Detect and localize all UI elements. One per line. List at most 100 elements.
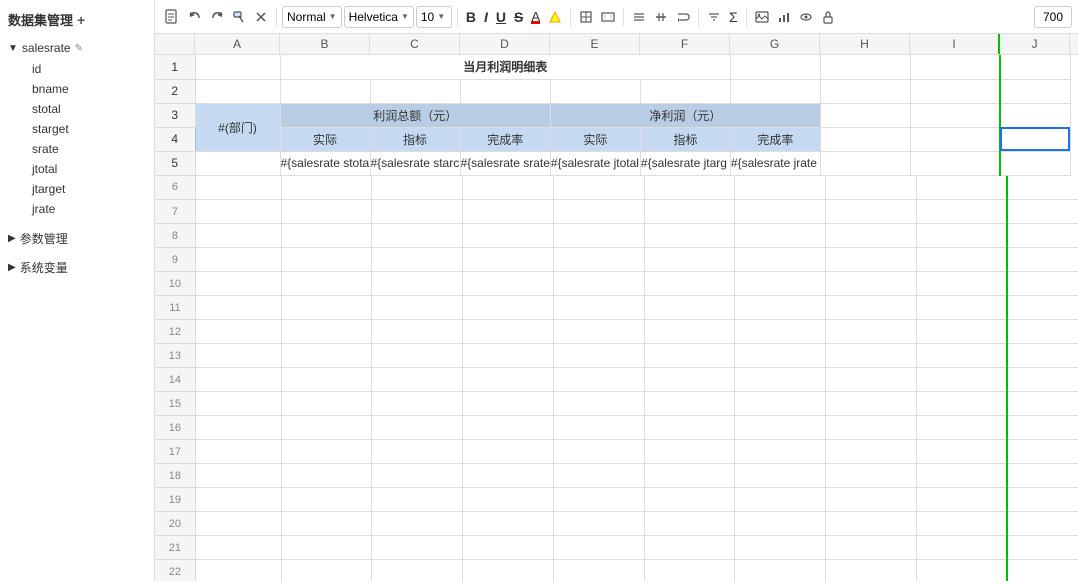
cell-i7[interactable] xyxy=(917,200,1008,224)
format-painter-button[interactable] xyxy=(229,8,249,26)
cell-c6[interactable] xyxy=(372,176,463,200)
cell-d18[interactable] xyxy=(463,464,554,488)
border-button[interactable] xyxy=(576,8,596,26)
redo-button[interactable] xyxy=(207,8,227,26)
cell-d9[interactable] xyxy=(463,248,554,272)
cell-e22[interactable] xyxy=(553,560,644,581)
cell-e7[interactable] xyxy=(553,200,644,224)
cell-f22[interactable] xyxy=(644,560,735,581)
cell-c2[interactable] xyxy=(370,79,460,103)
cell-f15[interactable] xyxy=(644,392,735,416)
sidebar-field-jtarget[interactable]: jtarget xyxy=(24,179,154,199)
cell-i14[interactable] xyxy=(917,368,1008,392)
cell-a7[interactable] xyxy=(195,200,281,224)
cell-i8[interactable] xyxy=(917,224,1008,248)
target-header-1[interactable]: 指标 xyxy=(370,127,460,151)
cell-i21[interactable] xyxy=(917,536,1008,560)
cell-g14[interactable] xyxy=(735,368,826,392)
cell-i5[interactable] xyxy=(910,151,1000,175)
cell-e14[interactable] xyxy=(553,368,644,392)
cell-i20[interactable] xyxy=(917,512,1008,536)
cell-f19[interactable] xyxy=(644,488,735,512)
cell-b21[interactable] xyxy=(281,536,372,560)
sidebar-field-jtotal[interactable]: jtotal xyxy=(24,159,154,179)
font-dropdown[interactable]: Helvetica ▼ xyxy=(344,6,414,28)
cell-j1[interactable] xyxy=(1000,55,1070,79)
completion-header-2[interactable]: 完成率 xyxy=(730,127,820,151)
undo-button[interactable] xyxy=(185,8,205,26)
cell-h9[interactable] xyxy=(826,248,917,272)
align-horizontal-button[interactable] xyxy=(629,8,649,26)
cell-d14[interactable] xyxy=(463,368,554,392)
col-header-c[interactable]: C xyxy=(370,34,460,54)
col-header-g[interactable]: G xyxy=(730,34,820,54)
chart-button[interactable] xyxy=(774,8,794,26)
cell-i11[interactable] xyxy=(917,296,1008,320)
cell-c9[interactable] xyxy=(372,248,463,272)
cell-a13[interactable] xyxy=(195,344,281,368)
cell-d15[interactable] xyxy=(463,392,554,416)
cell-a22[interactable] xyxy=(195,560,281,581)
sigma-button[interactable]: Σ xyxy=(726,7,741,27)
cell-a20[interactable] xyxy=(195,512,281,536)
cell-h22[interactable] xyxy=(826,560,917,581)
cell-i1[interactable] xyxy=(910,55,1000,79)
cell-h16[interactable] xyxy=(826,416,917,440)
zoom-input[interactable] xyxy=(1034,6,1072,28)
cell-c14[interactable] xyxy=(372,368,463,392)
cell-f14[interactable] xyxy=(644,368,735,392)
add-dataset-button[interactable]: + xyxy=(77,12,85,28)
cell-g18[interactable] xyxy=(735,464,826,488)
cell-i12[interactable] xyxy=(917,320,1008,344)
cell-g5[interactable]: #{salesrate jrate xyxy=(730,151,820,175)
cell-d11[interactable] xyxy=(463,296,554,320)
cell-c13[interactable] xyxy=(372,344,463,368)
highlight-button[interactable] xyxy=(545,8,565,26)
cell-j16[interactable] xyxy=(1007,416,1078,440)
cell-g20[interactable] xyxy=(735,512,826,536)
cell-g7[interactable] xyxy=(735,200,826,224)
cell-i15[interactable] xyxy=(917,392,1008,416)
cell-h2[interactable] xyxy=(820,79,910,103)
cell-d20[interactable] xyxy=(463,512,554,536)
cell-e16[interactable] xyxy=(553,416,644,440)
cell-c10[interactable] xyxy=(372,272,463,296)
cell-a21[interactable] xyxy=(195,536,281,560)
cell-f9[interactable] xyxy=(644,248,735,272)
dept-header[interactable]: #(部门) xyxy=(195,103,280,151)
edit-icon[interactable]: ✎ xyxy=(75,43,83,54)
cell-b12[interactable] xyxy=(281,320,372,344)
cell-h18[interactable] xyxy=(826,464,917,488)
cell-a6[interactable] xyxy=(195,176,281,200)
cell-a1[interactable] xyxy=(195,55,280,79)
actual-header-1[interactable]: 实际 xyxy=(280,127,370,151)
cell-f21[interactable] xyxy=(644,536,735,560)
col-header-b[interactable]: B xyxy=(280,34,370,54)
cell-j20[interactable] xyxy=(1007,512,1078,536)
cell-j4[interactable] xyxy=(1000,127,1070,151)
cell-c19[interactable] xyxy=(372,488,463,512)
cell-j21[interactable] xyxy=(1007,536,1078,560)
cell-h14[interactable] xyxy=(826,368,917,392)
cell-e8[interactable] xyxy=(553,224,644,248)
cell-e17[interactable] xyxy=(553,440,644,464)
cell-d16[interactable] xyxy=(463,416,554,440)
cell-b19[interactable] xyxy=(281,488,372,512)
filter-button[interactable] xyxy=(704,8,724,26)
cell-f17[interactable] xyxy=(644,440,735,464)
cell-a8[interactable] xyxy=(195,224,281,248)
cell-i2[interactable] xyxy=(910,79,1000,103)
cell-a9[interactable] xyxy=(195,248,281,272)
cell-f18[interactable] xyxy=(644,464,735,488)
cell-i3[interactable] xyxy=(910,103,1000,127)
cell-h3[interactable] xyxy=(820,103,910,127)
col-header-j[interactable]: J xyxy=(1000,34,1070,54)
cell-h7[interactable] xyxy=(826,200,917,224)
cell-h10[interactable] xyxy=(826,272,917,296)
cell-f6[interactable] xyxy=(644,176,735,200)
sidebar-field-id[interactable]: id xyxy=(24,59,154,79)
actual-header-2[interactable]: 实际 xyxy=(550,127,640,151)
cell-f8[interactable] xyxy=(644,224,735,248)
cell-d13[interactable] xyxy=(463,344,554,368)
col-header-h[interactable]: H xyxy=(820,34,910,54)
